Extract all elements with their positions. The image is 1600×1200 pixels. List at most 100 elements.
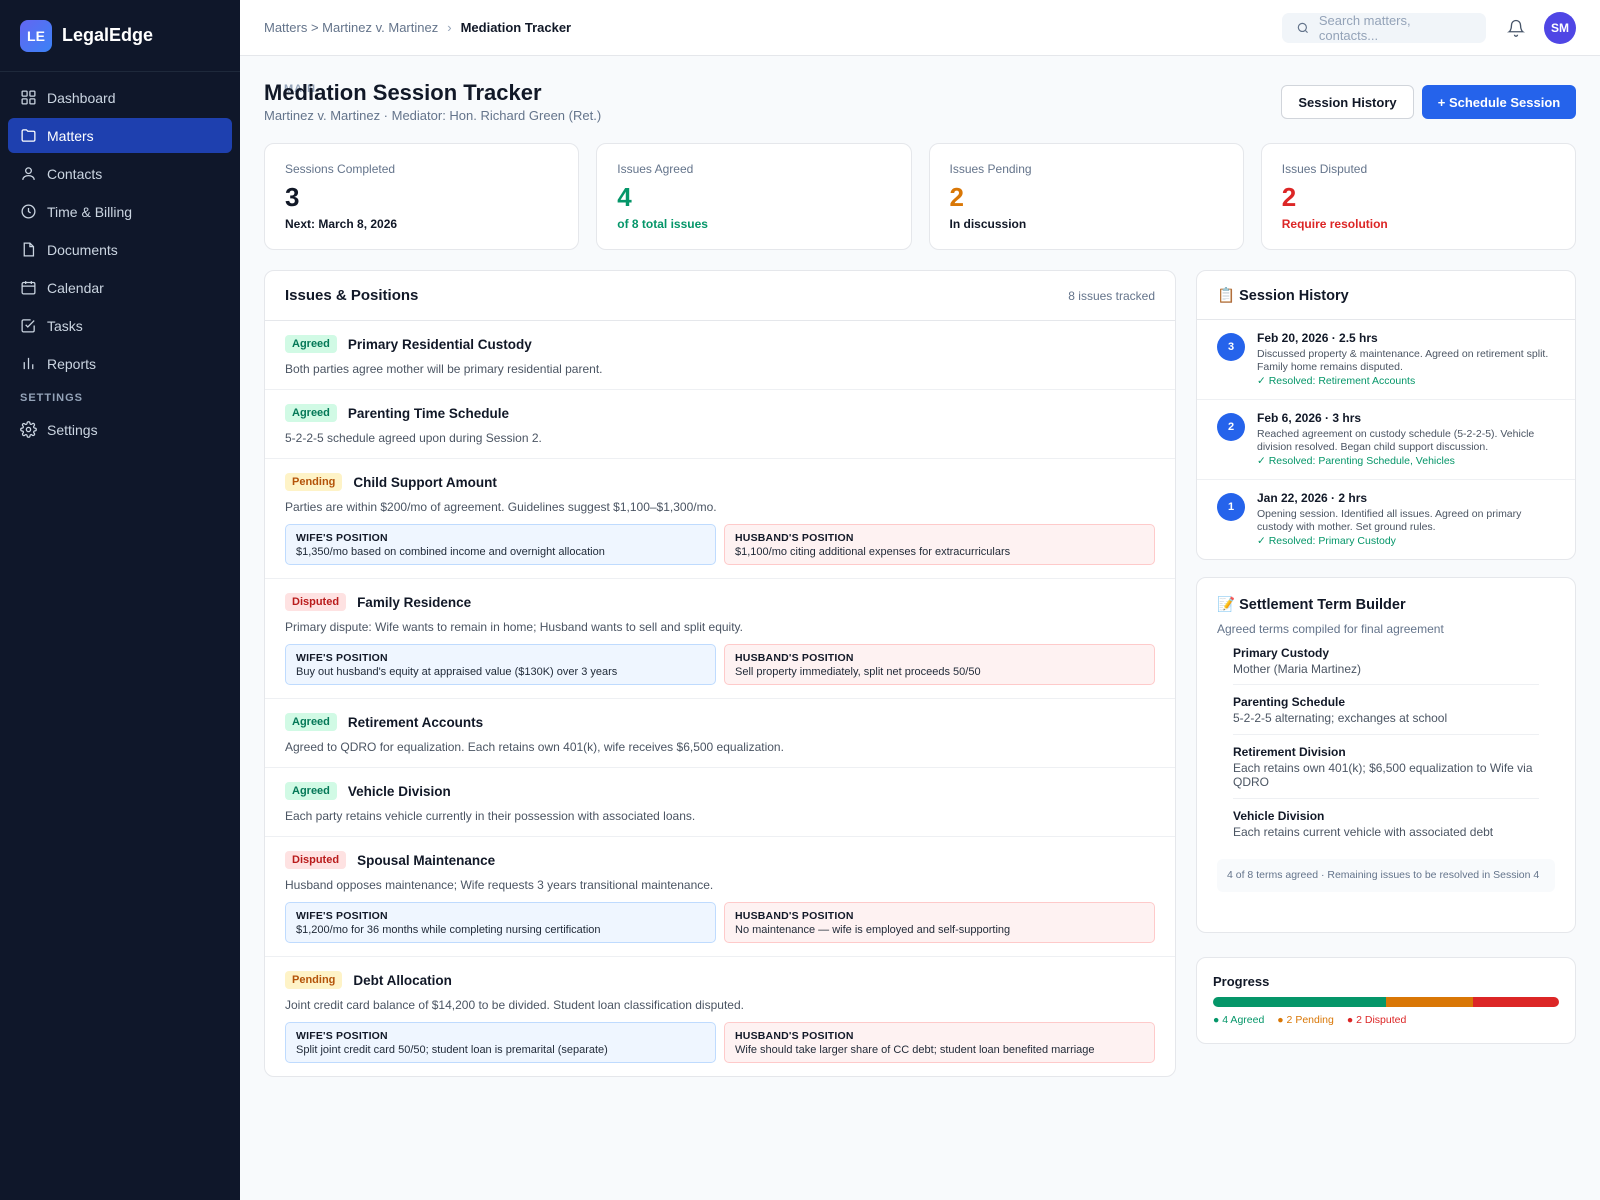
page-header: Mediation Session Tracker Martinez v. Ma…	[264, 56, 1576, 142]
settlement-title: 📝 Settlement Term Builder	[1217, 597, 1406, 613]
settings-nav: Settings	[0, 404, 240, 447]
position-text: Wife should take larger share of CC debt…	[735, 1044, 1095, 1056]
session-history-card: 📋 Session History 3 Feb 20, 2026 · 2.5 h…	[1196, 270, 1576, 560]
settlement-term: Retirement Division Each retains own 401…	[1233, 735, 1539, 799]
wife-position: WIFE'S POSITION $1,350/mo based on combin…	[285, 524, 716, 565]
issues-title: Issues & Positions	[285, 287, 419, 304]
sidebar-item-time-billing[interactable]: Time & Billing	[8, 194, 232, 229]
clock-icon	[21, 204, 36, 219]
sidebar-item-reports[interactable]: Reports	[8, 346, 232, 381]
issue-description: Husband opposes maintenance; Wife reques…	[285, 878, 714, 892]
progress-card: Progress ● 4 Agreed ● 2 Pending ● 2 Disp…	[1196, 957, 1576, 1044]
progress-bar	[1213, 997, 1559, 1007]
position-label: WIFE'S POSITION	[296, 532, 388, 544]
breadcrumb-separator: ›	[447, 20, 452, 35]
issue-name: Retirement Accounts	[347, 714, 484, 730]
issue-row[interactable]: Agreed Vehicle Division Each party retain…	[265, 768, 1175, 837]
session-resolved: ✓ Resolved: Primary Custody	[1257, 535, 1396, 548]
term-title: Parenting Schedule	[1233, 695, 1346, 710]
session-number: 3	[1217, 333, 1245, 361]
stat-foot: Next: March 8, 2026	[285, 217, 398, 231]
stat-value: 2	[949, 182, 964, 212]
issue-row[interactable]: Pending Child Support Amount Parties are …	[265, 459, 1175, 579]
user-icon	[22, 167, 35, 180]
issue-description: Each party retains vehicle currently in …	[285, 809, 696, 823]
session-item[interactable]: 2 Feb 6, 2026 · 3 hrs Reached agreement …	[1197, 400, 1575, 480]
progress-segment-pending	[1386, 997, 1473, 1007]
gear-icon	[20, 421, 37, 438]
search-input[interactable]: Search matters, contacts...	[1282, 12, 1486, 43]
position-text: Buy out husband's equity at appraised va…	[296, 666, 618, 678]
position-label: WIFE'S POSITION	[296, 1030, 388, 1042]
sidebar-item-label: Calendar	[47, 279, 104, 296]
stat-label: Issues Disputed	[1281, 162, 1368, 176]
progress-segment-agreed	[1213, 997, 1386, 1007]
issue-description: Agreed to QDRO for equalization. Each re…	[285, 740, 784, 754]
issue-row[interactable]: Pending Debt Allocation Joint credit card…	[265, 957, 1175, 1076]
sidebar-item-documents[interactable]: Documents	[8, 232, 232, 267]
stat-label: Issues Agreed	[617, 162, 694, 176]
sidebar-item-tasks[interactable]: Tasks	[8, 308, 232, 343]
settlement-term: Primary Custody Mother (Maria Martinez)	[1233, 636, 1539, 686]
nav-section-settings: SETTINGS	[20, 392, 84, 404]
page-title: Mediation Session Tracker	[264, 80, 542, 105]
husband-position: HUSBAND'S POSITION Wife should take large…	[724, 1022, 1155, 1063]
session-description: Reached agreement on custody schedule (5…	[1257, 428, 1535, 454]
issue-description: Primary dispute: Wife wants to remain in…	[285, 620, 743, 634]
settlement-note: 4 of 8 terms agreed · Remaining issues t…	[1217, 858, 1555, 892]
issue-name: Spousal Maintenance	[357, 852, 496, 868]
status-badge: Pending	[285, 473, 343, 491]
brand[interactable]: LE LegalEdge	[0, 0, 240, 72]
issue-row[interactable]: Disputed Spousal Maintenance Husband oppo…	[265, 837, 1175, 957]
sidebar-item-contacts[interactable]: Contacts	[8, 156, 232, 191]
page-subtitle: Martinez v. Martinez · Mediator: Hon. Ri…	[264, 108, 602, 123]
wife-position: WIFE'S POSITION $1,200/mo for 36 months w…	[285, 902, 716, 943]
sidebar-item-matters[interactable]: Matters	[8, 118, 232, 153]
issue-name: Debt Allocation	[353, 972, 452, 988]
session-date: Feb 20, 2026 · 2.5 hrs	[1257, 331, 1378, 345]
sidebar-item-calendar[interactable]: Calendar	[8, 270, 232, 305]
term-title: Retirement Division	[1233, 744, 1346, 759]
session-number: 1	[1217, 493, 1245, 521]
issue-row[interactable]: Agreed Retirement Accounts Agreed to QDRO…	[265, 699, 1175, 768]
issue-row[interactable]: Agreed Parenting Time Schedule 5-2-2-5 sc…	[265, 390, 1175, 459]
sidebar-item-label: Dashboard	[47, 89, 116, 106]
positions: WIFE'S POSITION Buy out husband's equity …	[285, 644, 1155, 685]
sidebar-item-settings[interactable]: Settings	[8, 412, 232, 447]
bell-icon[interactable]	[1506, 18, 1526, 38]
issue-row[interactable]: Agreed Primary Residential Custody Both p…	[265, 321, 1175, 390]
issue-name: Vehicle Division	[347, 783, 451, 799]
session-item[interactable]: 3 Feb 20, 2026 · 2.5 hrs Discussed prope…	[1197, 320, 1575, 400]
stat-label: Sessions Completed	[285, 162, 396, 176]
status-badge: Disputed	[285, 851, 347, 869]
avatar[interactable]: SM	[1544, 11, 1576, 44]
position-text: Sell property immediately, split net pro…	[735, 666, 981, 678]
issue-name: Family Residence	[357, 594, 472, 610]
positions: WIFE'S POSITION $1,350/mo based on combin…	[285, 524, 1155, 565]
session-resolved: ✓ Resolved: Parenting Schedule, Vehicles	[1257, 455, 1455, 468]
schedule-session-button[interactable]: + Schedule Session	[1422, 85, 1576, 119]
wife-position: WIFE'S POSITION Split joint credit card 5…	[285, 1022, 716, 1063]
session-history-button[interactable]: Session History	[1281, 85, 1414, 119]
husband-position: HUSBAND'S POSITION No maintenance — wife …	[724, 902, 1155, 943]
breadcrumb-parent[interactable]: Matters > Martinez v. Martinez	[264, 20, 438, 35]
sidebar-item-dashboard[interactable]: Dashboard	[8, 80, 232, 115]
breadcrumb: Matters > Martinez v. Martinez › Mediati…	[264, 20, 571, 35]
issue-name: Child Support Amount	[353, 474, 497, 490]
sidebar-item-label: Tasks	[47, 317, 83, 334]
search-icon	[1297, 22, 1308, 33]
wife-position: WIFE'S POSITION Buy out husband's equity …	[285, 644, 716, 685]
position-label: WIFE'S POSITION	[296, 910, 388, 922]
position-label: HUSBAND'S POSITION	[735, 652, 854, 664]
brand-logo: LE	[20, 19, 52, 52]
term-title: Vehicle Division	[1233, 808, 1325, 823]
session-history-title: 📋 Session History	[1217, 287, 1349, 304]
progress-legend: ● 4 Agreed ● 2 Pending ● 2 Disputed	[1213, 1014, 1559, 1026]
issue-row[interactable]: Disputed Family Residence Primary dispute…	[265, 579, 1175, 699]
sidebar-item-label: Contacts	[47, 165, 103, 182]
session-resolved: ✓ Resolved: Retirement Accounts	[1257, 375, 1416, 388]
status-badge: Pending	[285, 971, 343, 989]
session-item[interactable]: 1 Jan 22, 2026 · 2 hrs Opening session. …	[1197, 480, 1575, 560]
settlement-term-builder: 📝 Settlement Term Builder Agreed terms c…	[1196, 577, 1576, 933]
search-placeholder: Search matters, contacts...	[1318, 12, 1411, 43]
